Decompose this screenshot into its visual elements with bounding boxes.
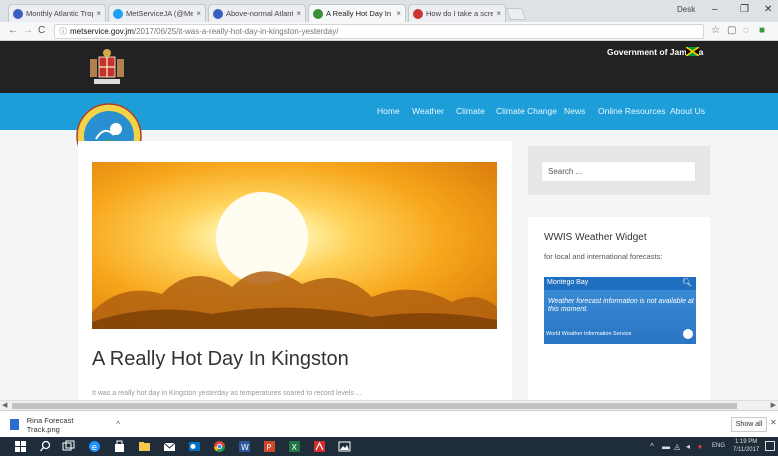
edge-icon[interactable]: e — [88, 440, 101, 453]
address-bar: ← → C ⓘ metservice.gov.jm/2017/06/25/it-… — [0, 22, 778, 41]
nav-climate[interactable]: Climate — [456, 106, 485, 116]
excel-icon[interactable]: X — [288, 440, 301, 453]
profile-label[interactable]: Desk — [677, 5, 695, 14]
article-title[interactable]: A Really Hot Day In Kingston — [92, 348, 349, 371]
browser-tab-3[interactable]: Above-normal Atlantic h × — [208, 4, 306, 22]
close-icon[interactable]: × — [296, 9, 301, 18]
minimize-icon[interactable]: – — [712, 4, 718, 15]
volume-icon[interactable]: ◂ — [686, 442, 690, 451]
article-snippet: It was a really hot day in Kingston yest… — [92, 390, 362, 397]
photos-icon[interactable] — [338, 440, 351, 453]
widget-title: WWIS Weather Widget — [544, 232, 647, 243]
windows-taskbar: e W P X ^ ▬ ◬ ◂ ♦ ENG 1:19 PM 7/11/2017 — [0, 437, 778, 456]
nav-weather[interactable]: Weather — [412, 106, 444, 116]
close-icon[interactable]: ✕ — [770, 418, 777, 427]
alert-icon[interactable]: ♦ — [698, 442, 702, 451]
svg-text:e: e — [92, 443, 98, 453]
horizontal-scrollbar[interactable]: ◀ ▶ — [0, 400, 778, 410]
widget-subtitle: for local and international forecasts: — [544, 252, 663, 261]
clock-date: 7/11/2017 — [733, 447, 760, 453]
task-view-icon[interactable] — [62, 440, 75, 453]
widget-city[interactable]: Montego Bay — [547, 279, 588, 286]
weather-widget-box[interactable]: Montego Bay 🔍︎ Weather forecast informat… — [544, 277, 696, 344]
extension-icon[interactable]: ■ — [759, 25, 765, 36]
forward-icon[interactable]: → — [23, 25, 33, 36]
close-window-icon[interactable]: ✕ — [764, 4, 772, 15]
file-explorer-icon[interactable] — [138, 440, 151, 453]
widget-footer[interactable]: World Weather Information Service — [546, 331, 631, 337]
search-input[interactable] — [541, 161, 696, 182]
coat-of-arms-icon — [90, 49, 124, 84]
wmo-logo-icon — [683, 329, 693, 339]
windows-start-icon[interactable] — [14, 440, 27, 453]
extension-icon[interactable]: ◌ — [743, 25, 749, 36]
page-viewport: Government of Jamaica Home Weather Clima… — [0, 41, 778, 400]
search-icon[interactable]: 🔍︎ — [682, 278, 692, 287]
word-icon[interactable]: W — [238, 440, 251, 453]
browser-tab-4-active[interactable]: A Really Hot Day In Kings × — [308, 4, 406, 22]
nav-climate-change[interactable]: Climate Change — [496, 106, 557, 116]
sidebar-panel — [528, 391, 710, 400]
nav-about-us[interactable]: About Us — [670, 106, 705, 116]
download-filename: Rina Forecast Track.png — [26, 415, 74, 434]
chrome-icon[interactable] — [213, 440, 226, 453]
new-tab-button[interactable] — [505, 8, 527, 20]
extension-icon[interactable]: ▢ — [727, 25, 736, 36]
close-icon[interactable]: × — [196, 9, 201, 18]
info-icon[interactable]: ⓘ — [59, 26, 67, 37]
browser-tab-2[interactable]: MetServiceJA (@Meteor × — [108, 4, 206, 22]
url-input[interactable]: ⓘ metservice.gov.jm/2017/06/25/it-was-a-… — [54, 24, 704, 39]
globe-icon — [213, 8, 223, 19]
svg-text:W: W — [241, 443, 249, 452]
nav-online-resources[interactable]: Online Resources — [598, 106, 666, 116]
scroll-right-icon[interactable]: ▶ — [771, 401, 776, 409]
site-top-bar: Government of Jamaica — [0, 41, 778, 93]
globe-icon — [13, 8, 23, 19]
back-icon[interactable]: ← — [8, 25, 18, 36]
download-item[interactable]: Rina Forecast Track.png ^ — [10, 415, 120, 434]
close-icon[interactable]: × — [96, 9, 101, 18]
close-icon[interactable]: × — [496, 9, 501, 18]
metservice-icon — [313, 8, 323, 19]
powerpoint-icon[interactable]: P — [263, 440, 276, 453]
download-shelf: Rina Forecast Track.png ^ Show all ✕ — [0, 410, 778, 437]
svg-text:X: X — [292, 443, 298, 452]
close-icon[interactable]: × — [396, 9, 401, 18]
svg-text:P: P — [267, 443, 272, 452]
nav-home[interactable]: Home — [377, 106, 400, 116]
notifications-icon[interactable] — [765, 441, 775, 451]
language-indicator[interactable]: ENG — [712, 443, 725, 449]
browser-tab-5[interactable]: How do I take a screensh × — [408, 4, 506, 22]
outlook-icon[interactable] — [188, 440, 201, 453]
scrollbar-thumb[interactable] — [12, 403, 737, 409]
widget-header: Montego Bay 🔍︎ — [544, 277, 696, 290]
network-icon[interactable]: ◬ — [674, 442, 680, 451]
help-icon — [413, 8, 423, 19]
chevron-up-icon[interactable]: ^ — [650, 442, 654, 451]
system-clock[interactable]: 1:19 PM 7/11/2017 — [733, 438, 759, 454]
chevron-up-icon[interactable]: ^ — [116, 420, 120, 429]
battery-icon[interactable]: ▬ — [662, 442, 670, 451]
browser-tab-1[interactable]: Monthly Atlantic Tropica × — [8, 4, 106, 22]
image-file-icon — [10, 419, 19, 430]
clock-time: 1:19 PM — [734, 439, 758, 445]
twitter-icon — [113, 8, 123, 19]
maximize-icon[interactable]: ❐ — [740, 4, 749, 15]
nav-news[interactable]: News — [564, 106, 585, 116]
scroll-left-icon[interactable]: ◀ — [2, 401, 7, 409]
show-all-button[interactable]: Show all — [731, 417, 767, 432]
jamaica-flag-icon — [686, 47, 699, 56]
acrobat-icon[interactable] — [313, 440, 326, 453]
browser-tab-strip: Monthly Atlantic Tropica × MetServiceJA … — [0, 0, 778, 22]
sun-hero-image — [92, 162, 497, 329]
reload-icon[interactable]: C — [38, 25, 45, 36]
search-icon[interactable] — [39, 440, 52, 453]
widget-message: Weather forecast information is not avai… — [548, 298, 694, 313]
mail-icon[interactable] — [163, 440, 176, 453]
store-icon[interactable] — [113, 440, 126, 453]
star-icon[interactable]: ☆ — [711, 25, 720, 36]
